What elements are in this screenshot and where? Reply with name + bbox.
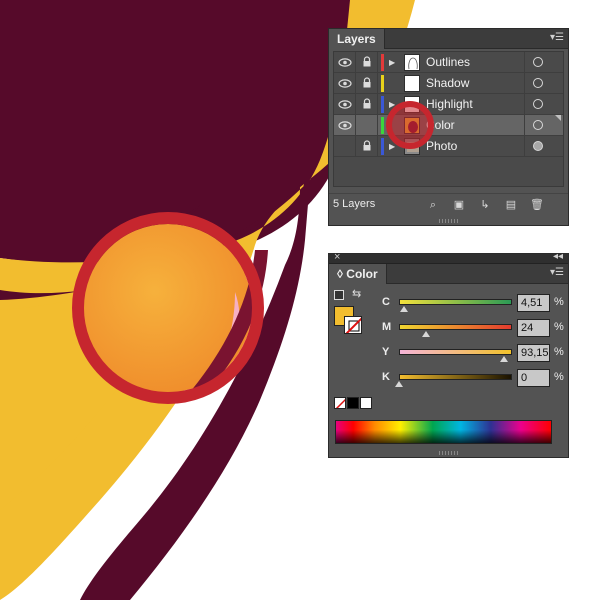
row-divider — [524, 52, 525, 73]
black-swatch[interactable] — [347, 397, 359, 409]
lock-icon — [363, 98, 371, 109]
layer-row-photo[interactable]: ▶ Photo — [334, 136, 563, 157]
slider-row-c: C 4,51% — [374, 294, 564, 316]
eye-icon — [338, 100, 352, 109]
color-panel: × ◂◂ ◊ Color ▾☰ ⇆ C 4,51% M 24% Y 93,15% K 0% — [328, 251, 569, 458]
slider-track[interactable] — [399, 349, 512, 355]
slider-thumb[interactable] — [395, 381, 403, 387]
row-divider — [524, 136, 525, 157]
target-circle-icon[interactable] — [533, 141, 543, 151]
create-sublayer-icon[interactable]: ↳ — [477, 197, 493, 213]
target-circle-icon[interactable] — [533, 99, 543, 109]
swap-colors-icon[interactable]: ⇆ — [352, 287, 361, 300]
row-divider — [524, 115, 525, 136]
color-panel-titlebar: × ◂◂ — [329, 251, 568, 264]
visibility-toggle[interactable] — [334, 52, 356, 73]
row-divider — [524, 94, 525, 115]
visibility-toggle[interactable] — [334, 136, 356, 157]
color-tabbar: ◊ Color — [329, 264, 568, 284]
unit-label: % — [554, 346, 564, 358]
trash-icon[interactable]: 🗑 — [529, 197, 545, 213]
slider-track[interactable] — [399, 299, 512, 305]
lock-icon — [363, 56, 371, 67]
tab-color[interactable]: ◊ Color — [329, 264, 387, 284]
tab-color-label: Color — [346, 267, 378, 281]
layer-thumbnail — [404, 75, 420, 92]
callout-ring-small — [386, 101, 434, 149]
layer-row-outlines[interactable]: ▶ Outlines — [334, 52, 563, 73]
slider-thumb[interactable] — [422, 331, 431, 337]
target-circle-icon[interactable] — [533, 120, 543, 130]
none-swatch[interactable] — [334, 397, 346, 409]
none-stroke-icon — [345, 317, 361, 333]
lock-icon — [363, 140, 371, 151]
resize-grip[interactable] — [438, 451, 459, 455]
value-field[interactable]: 24 — [517, 319, 550, 337]
fill-stroke-control — [334, 306, 364, 336]
tab-layers[interactable]: Layers — [329, 29, 385, 49]
layers-tabbar: Layers ▾☰ — [329, 29, 568, 49]
slider-track[interactable] — [399, 374, 512, 380]
unit-label: % — [554, 371, 564, 383]
lock-toggle[interactable] — [356, 52, 378, 73]
lock-toggle[interactable] — [356, 94, 378, 115]
value-field[interactable]: 0 — [517, 369, 550, 387]
layer-row-shadow[interactable]: Shadow — [334, 73, 563, 94]
slider-label: M — [382, 321, 392, 333]
default-colors-icon[interactable] — [334, 290, 344, 300]
visibility-toggle[interactable] — [334, 94, 356, 115]
color-spectrum[interactable] — [335, 420, 552, 444]
unit-label: % — [554, 296, 564, 308]
slider-row-k: K 0% — [374, 369, 564, 391]
slider-thumb[interactable] — [400, 306, 409, 312]
white-swatch[interactable] — [360, 397, 372, 409]
panel-menu-icon[interactable]: ▾☰ — [550, 31, 564, 45]
value-field[interactable]: 93,15 — [517, 344, 550, 362]
eye-icon — [338, 79, 352, 88]
expand-arrow-icon[interactable]: ▶ — [389, 52, 399, 73]
layer-color-indicator — [381, 54, 384, 71]
layer-name[interactable]: Outlines — [426, 52, 470, 73]
layer-row-highlight[interactable]: ▶ Highlight — [334, 94, 563, 115]
stroke-swatch[interactable] — [344, 316, 362, 334]
layers-footer: 5 Layers ⌕ ▣ ↳ ▤ 🗑 — [329, 193, 568, 215]
slider-thumb[interactable] — [500, 356, 509, 362]
target-circle-icon[interactable] — [533, 57, 543, 67]
slider-label: Y — [382, 346, 390, 358]
visibility-toggle[interactable] — [334, 115, 356, 136]
close-icon[interactable]: × — [334, 251, 340, 263]
layer-thumbnail — [404, 54, 420, 71]
layers-panel: Layers ▾☰ ▶ Outlines Shadow ▶ Highlight Color… — [328, 28, 569, 226]
unit-label: % — [554, 321, 564, 333]
slider-track[interactable] — [399, 324, 512, 330]
tab-arrows-icon: ◊ — [337, 267, 343, 281]
lock-toggle[interactable] — [356, 136, 378, 157]
lock-toggle[interactable] — [356, 73, 378, 94]
row-divider — [524, 73, 525, 94]
slider-label: C — [382, 296, 390, 308]
value-field[interactable]: 4,51 — [517, 294, 550, 312]
layers-list: ▶ Outlines Shadow ▶ Highlight Color ▶ Photo — [333, 51, 564, 187]
lock-icon — [363, 77, 371, 88]
layer-color-indicator — [381, 75, 384, 92]
resize-grip[interactable] — [438, 219, 459, 223]
slider-row-m: M 24% — [374, 319, 564, 341]
make-clipping-mask-icon[interactable]: ▣ — [451, 197, 467, 213]
layer-count: 5 Layers — [333, 198, 376, 210]
layer-name[interactable]: Shadow — [426, 73, 469, 94]
new-layer-icon[interactable]: ▤ — [503, 197, 519, 213]
expand-arrow-icon[interactable] — [389, 73, 399, 94]
layer-row-color[interactable]: Color — [334, 115, 563, 136]
target-circle-icon[interactable] — [533, 78, 543, 88]
locate-object-icon[interactable]: ⌕ — [425, 197, 441, 213]
panel-menu-icon[interactable]: ▾☰ — [550, 266, 564, 280]
eye-icon — [338, 121, 352, 130]
visibility-toggle[interactable] — [334, 73, 356, 94]
selection-indicator-icon — [555, 115, 561, 121]
slider-label: K — [382, 371, 390, 383]
slider-row-y: Y 93,15% — [374, 344, 564, 366]
collapse-icon[interactable]: ◂◂ — [553, 251, 563, 262]
lock-toggle[interactable] — [356, 115, 378, 136]
eye-icon — [338, 58, 352, 67]
